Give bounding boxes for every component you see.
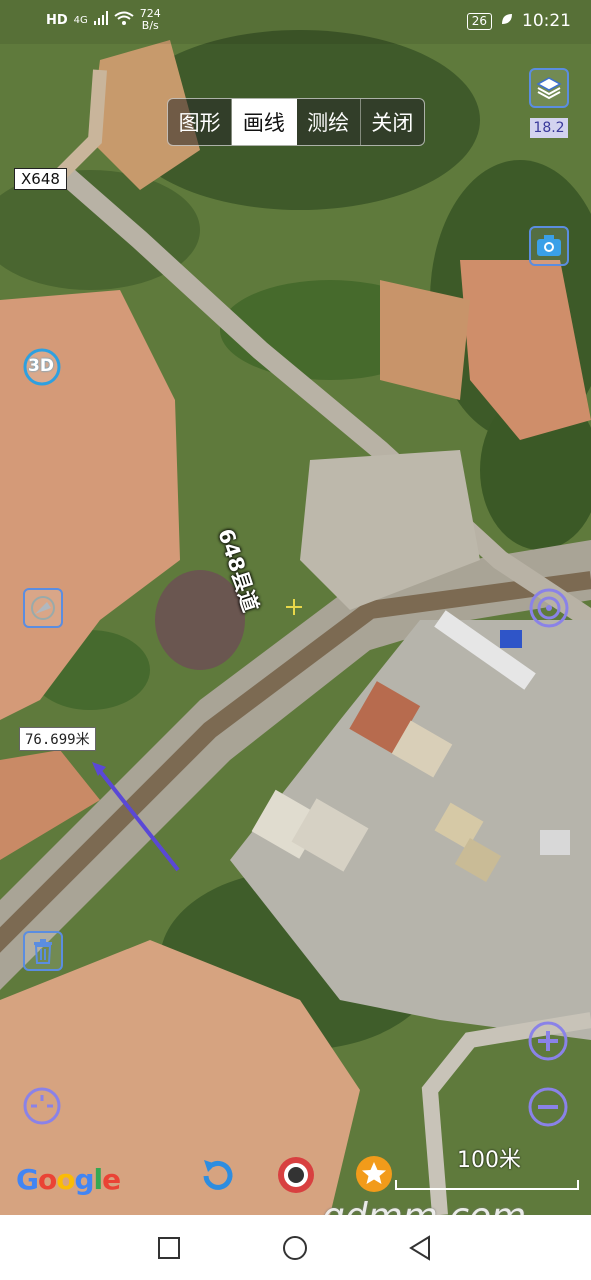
- compass-icon: [31, 596, 55, 620]
- star-icon: [356, 1156, 392, 1192]
- measure-overlay: [92, 599, 302, 872]
- zoom-out-button[interactable]: [527, 1086, 569, 1132]
- crosshair-icon: [286, 599, 302, 615]
- camera-icon: [537, 235, 561, 256]
- three-d-button[interactable]: 3D: [22, 347, 62, 391]
- undo-icon: [203, 1160, 233, 1190]
- locate-button[interactable]: [22, 1086, 62, 1130]
- locate-icon: [23, 1087, 61, 1125]
- zoom-in-button[interactable]: [527, 1020, 569, 1066]
- three-d-label: 3D: [28, 356, 54, 376]
- scale-bar: 100米: [395, 1140, 579, 1200]
- plus-icon: [528, 1021, 568, 1061]
- undo-button[interactable]: [196, 1154, 238, 1200]
- record-button[interactable]: [275, 1154, 317, 1200]
- record-target-icon: [278, 1157, 314, 1193]
- screenshot-button[interactable]: [529, 226, 569, 266]
- measure-line: [94, 764, 180, 872]
- back-icon[interactable]: [408, 1235, 432, 1261]
- scale-ruler: [395, 1180, 579, 1190]
- zoom-level-badge: 18.2: [530, 118, 568, 138]
- layers-button[interactable]: [529, 68, 569, 108]
- compass-button[interactable]: [23, 588, 63, 628]
- google-logo: Google: [16, 1163, 121, 1196]
- home-icon[interactable]: [282, 1235, 308, 1261]
- delete-button[interactable]: [23, 931, 63, 971]
- recent-apps-icon[interactable]: [157, 1236, 181, 1260]
- minus-icon: [528, 1087, 568, 1127]
- target-icon: [529, 588, 569, 628]
- favorite-button[interactable]: [354, 1154, 394, 1198]
- target-button[interactable]: [528, 587, 570, 633]
- scale-label: 100米: [457, 1148, 521, 1173]
- system-nav-bar: [0, 1215, 591, 1280]
- trash-icon: [34, 939, 52, 964]
- layers-icon: [536, 77, 562, 100]
